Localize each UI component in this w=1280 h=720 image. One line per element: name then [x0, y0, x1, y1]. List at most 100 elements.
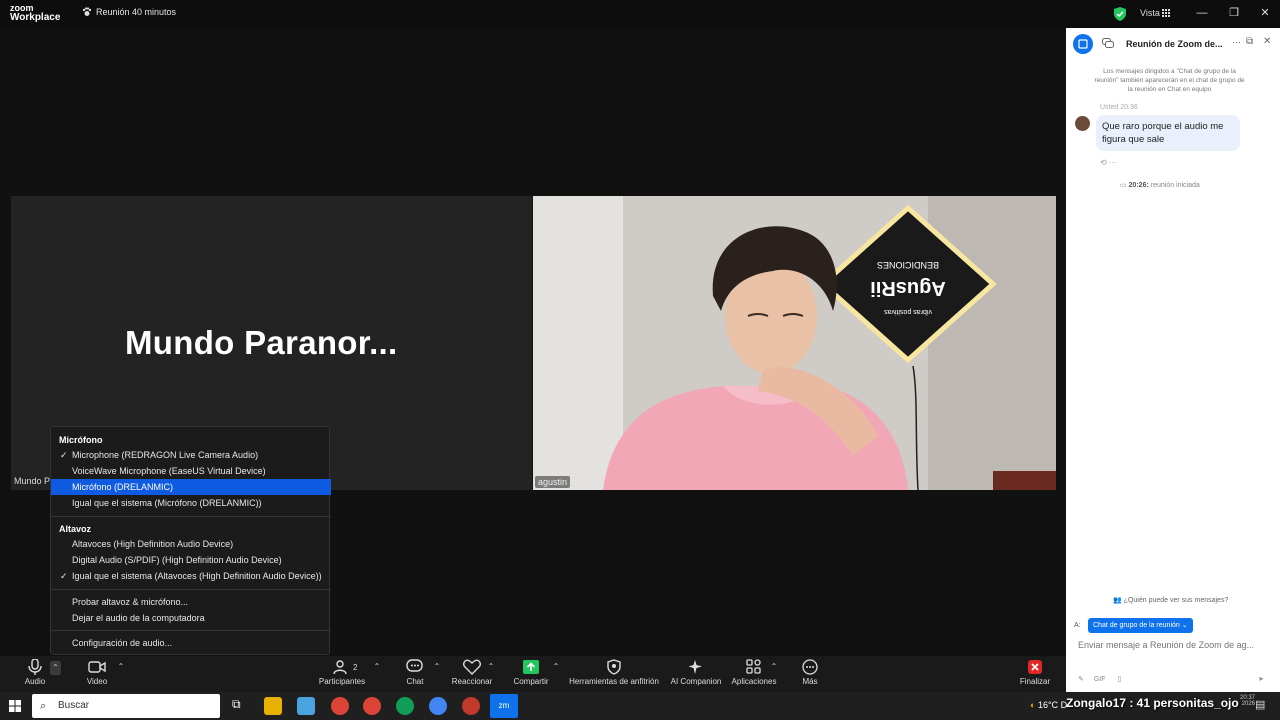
chat-thread-icon[interactable]	[1102, 38, 1114, 49]
audio-options-caret[interactable]: ⌃	[50, 661, 61, 675]
file-icon[interactable]: ▯	[1117, 676, 1121, 683]
windows-start-icon[interactable]	[9, 700, 21, 712]
ai-companion-button[interactable]: AI Companion	[668, 659, 724, 686]
chrome-icon[interactable]	[331, 697, 349, 715]
zoom-taskbar-icon[interactable]: zm	[490, 694, 518, 718]
chat-bubble-icon	[406, 659, 423, 672]
leave-audio-option[interactable]: Dejar el audio de la computadora	[51, 610, 331, 626]
sign-text-bottom: vibras positivas	[884, 308, 932, 315]
mic-option-label: Igual que el sistema (Micrófono (DRELANM…	[72, 498, 262, 508]
event-time: 20:26:	[1128, 182, 1149, 189]
mic-option-label: Micrófono (DRELANMIC)	[72, 482, 174, 492]
close-window-icon[interactable]: ✕	[1258, 6, 1272, 20]
share-label: Compartir	[513, 677, 549, 686]
recipient-dropdown[interactable]: Chat de grupo de la reunión ⌄	[1088, 618, 1193, 633]
mic-option[interactable]: Igual que el sistema (Micrófono (DRELANM…	[51, 495, 331, 511]
checkmark-icon: ✓	[60, 450, 68, 460]
paw-icon	[82, 7, 92, 16]
video-button[interactable]: Video	[80, 659, 114, 686]
participant-tile-right[interactable]: BENDICIONES AgusRii vibras positivas agu…	[533, 196, 1056, 490]
popout-icon[interactable]: ⧉	[1246, 36, 1253, 47]
leave-audio-label: Dejar el audio de la computadora	[72, 613, 205, 623]
mic-option[interactable]: ✓ Microphone (REDRAGON Live Camera Audio)	[51, 447, 331, 463]
chat-tools: ✎ GIF ▯ ➤	[1078, 675, 1264, 683]
apps-options-caret[interactable]: ⌃	[769, 662, 779, 672]
clock-date: 2026	[1241, 701, 1256, 707]
task-view-icon[interactable]: ⧉	[232, 697, 250, 715]
meeting-timer[interactable]: Reunión 40 minutos	[82, 7, 176, 17]
more-dots-icon	[802, 659, 818, 675]
chat-info-note: Los mensajes dirigidos a "Chat de grupo …	[1094, 68, 1245, 93]
chrome-icon[interactable]	[429, 697, 447, 715]
sparkle-icon	[688, 660, 702, 674]
react-label: Reaccionar	[451, 677, 493, 686]
mic-option[interactable]: VoiceWave Microphone (EaseUS Virtual Dev…	[51, 463, 331, 479]
notifications-icon[interactable]: ▤	[1255, 698, 1265, 711]
more-button[interactable]: Más	[796, 659, 824, 686]
windows-taskbar: ⌕ Buscar ⧉ zm ◐ 16°C D Zongalo17 : 41 pe…	[0, 692, 1280, 720]
event-text: reunión iniciada	[1148, 182, 1200, 189]
mic-option-highlighted[interactable]: Micrófono (DRELANMIC)	[51, 479, 331, 495]
chat-new-icon[interactable]	[1073, 34, 1093, 54]
chat-button[interactable]: Chat	[398, 659, 432, 686]
share-screen-button[interactable]: Compartir	[510, 659, 552, 686]
sign-text-main: AgusRii	[870, 277, 946, 299]
format-icon[interactable]: ✎	[1078, 676, 1086, 683]
restore-icon[interactable]: ❐	[1227, 6, 1241, 20]
close-chat-icon[interactable]: ✕	[1263, 36, 1271, 47]
video-camera-icon	[88, 661, 106, 673]
participants-button[interactable]: Participantes	[314, 659, 370, 686]
weather-widget[interactable]: ◐ 16°C D	[1030, 700, 1067, 710]
avatar[interactable]	[1075, 116, 1090, 131]
audio-settings-option[interactable]: Configuración de audio...	[51, 635, 331, 651]
chrome-icon[interactable]	[396, 697, 414, 715]
speaker-section-header: Altavoz	[59, 524, 92, 534]
shield-icon[interactable]	[1114, 7, 1126, 21]
search-icon: ⌕	[40, 700, 47, 712]
test-audio-label: Probar altavoz & micrófono...	[72, 597, 189, 607]
speaker-option[interactable]: Digital Audio (S/PDIF) (High Definition …	[51, 552, 331, 568]
share-options-caret[interactable]: ⌃	[551, 662, 561, 672]
stream-overlay-text: Zongalo17 : 41 personitas_ojo	[1066, 696, 1239, 710]
chat-message-input[interactable]	[1078, 640, 1273, 650]
mic-option-label: VoiceWave Microphone (EaseUS Virtual Dev…	[72, 466, 266, 476]
video-options-caret[interactable]: ⌃	[116, 662, 126, 672]
speaker-option[interactable]: ✓ Igual que el sistema (Altavoces (High D…	[51, 568, 331, 584]
speaker-option-label: Digital Audio (S/PDIF) (High Definition …	[72, 555, 282, 565]
chrome-icon[interactable]	[363, 697, 381, 715]
chat-message-bubble[interactable]: Que raro porque el audio me figura que s…	[1096, 115, 1240, 151]
end-meeting-button[interactable]: Finalizar	[1016, 659, 1054, 686]
message-actions[interactable]: ⟲ ···	[1100, 158, 1117, 167]
chat-options-caret[interactable]: ⌃	[432, 662, 442, 672]
minimize-icon[interactable]: —	[1195, 6, 1209, 20]
system-clock[interactable]: 20:37 2026	[1240, 695, 1255, 707]
taskbar-search-input[interactable]: ⌕ Buscar	[32, 694, 220, 718]
host-tools-button[interactable]: Herramientas de anfitrión	[566, 659, 662, 686]
react-options-caret[interactable]: ⌃	[486, 662, 496, 672]
apps-label: Aplicaciones	[731, 677, 777, 686]
chat-more-icon[interactable]: ···	[1232, 37, 1241, 47]
grid-icon[interactable]	[1162, 9, 1170, 17]
app-icon[interactable]	[462, 697, 480, 715]
file-explorer-icon[interactable]	[264, 697, 282, 715]
view-button[interactable]: Vista	[1140, 8, 1160, 18]
audio-device-menu: Micrófono ✓ Microphone (REDRAGON Live Cam…	[50, 426, 331, 655]
speaker-option[interactable]: Altavoces (High Definition Audio Device)	[51, 536, 331, 552]
timer-label: Reunión 40 minutos	[96, 7, 177, 17]
participant-name-label: Mundo P	[14, 476, 51, 486]
participants-options-caret[interactable]: ⌃	[372, 662, 382, 672]
participant-name-label: agustin	[535, 476, 571, 488]
video-event-icon: ▭	[1120, 182, 1129, 189]
people-icon: 👥	[1113, 597, 1124, 604]
app-icon[interactable]	[297, 697, 315, 715]
gif-button[interactable]: GIF	[1094, 676, 1106, 683]
sign-text-top: BENDICIONES	[877, 260, 939, 270]
chat-title: Reunión de Zoom de...	[1126, 39, 1223, 49]
audio-button[interactable]: Audio	[18, 659, 52, 686]
menu-divider	[51, 516, 331, 517]
zoom-logo: zoom Workplace	[10, 3, 60, 23]
test-audio-option[interactable]: Probar altavoz & micrófono...	[51, 594, 331, 610]
privacy-link[interactable]: 👥 ¿Quién puede ver sus mensajes?	[1113, 596, 1228, 604]
send-icon[interactable]: ➤	[1258, 675, 1264, 683]
audio-label: Audio	[24, 677, 46, 686]
